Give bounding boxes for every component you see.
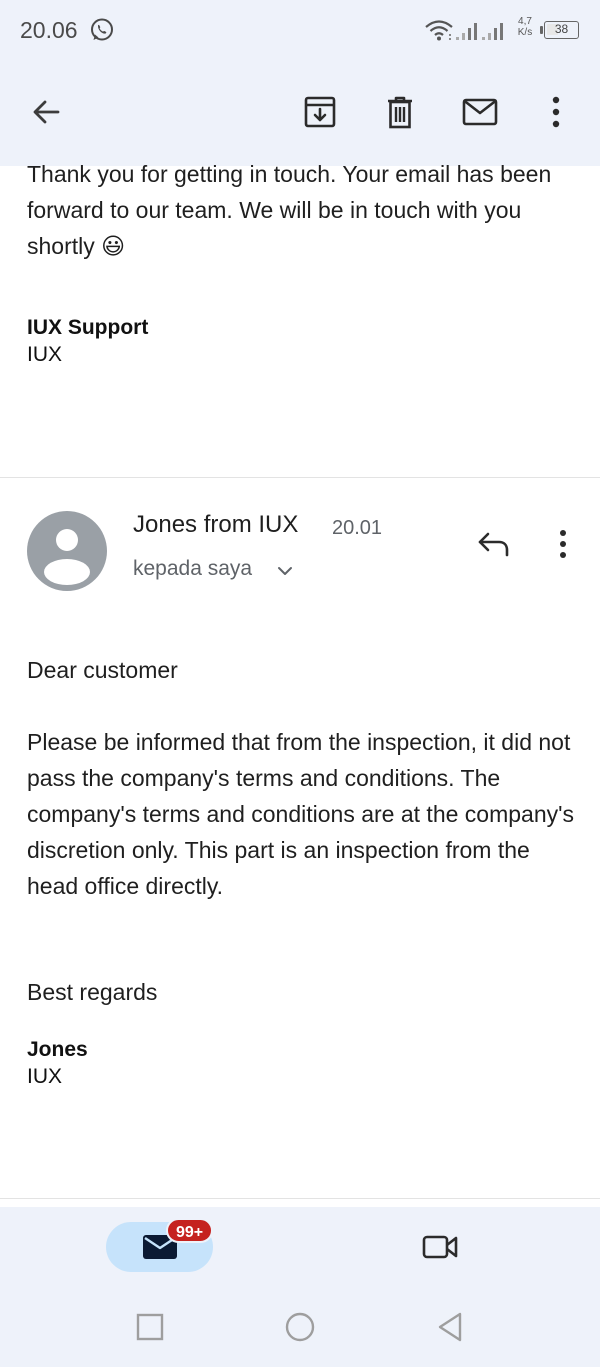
- signature-org: IUX: [27, 1065, 63, 1088]
- status-bar: 20.06 4,7 K/s 38: [0, 0, 600, 62]
- previous-signature-name: IUX Support: [27, 316, 149, 339]
- top-app-bar: 20.06 4,7 K/s 38: [0, 0, 600, 166]
- circle-icon: [285, 1312, 315, 1342]
- chevron-down-icon[interactable]: [276, 562, 294, 580]
- delete-button[interactable]: [376, 88, 424, 136]
- more-vertical-icon: [560, 530, 566, 558]
- reply-button[interactable]: [472, 522, 516, 566]
- more-vertical-icon: [552, 96, 560, 128]
- message-time: 20.01: [332, 517, 383, 539]
- trash-icon: [388, 96, 412, 129]
- unread-count-badge: 99+: [166, 1218, 214, 1243]
- battery-level: 38: [554, 22, 569, 36]
- avatar[interactable]: [27, 511, 107, 591]
- envelope-icon: [462, 98, 498, 126]
- network-speed-unit: K/s: [517, 27, 533, 38]
- recent-apps-button[interactable]: [130, 1307, 170, 1347]
- message-divider: [0, 477, 600, 478]
- video-camera-icon: [422, 1235, 458, 1259]
- message-toolbar: [0, 80, 600, 144]
- whatsapp-icon: [91, 18, 113, 41]
- recipient-details[interactable]: kepada saya: [133, 557, 252, 581]
- sender-name[interactable]: Jones from IUX: [133, 511, 298, 539]
- triangle-back-icon: [438, 1312, 462, 1342]
- archive-icon: [304, 96, 336, 128]
- signature-name: Jones: [27, 1038, 88, 1061]
- previous-signature-org: IUX: [27, 343, 63, 366]
- wifi-icon: [425, 20, 453, 41]
- signal-icon: [456, 23, 503, 40]
- previous-message-body: Thank you for getting in touch. Your ema…: [27, 161, 552, 259]
- message-more-button[interactable]: [543, 522, 583, 566]
- message-greeting: Dear customer: [27, 657, 178, 683]
- network-speed-value: 4,7: [518, 16, 532, 27]
- square-icon: [136, 1313, 164, 1341]
- back-button[interactable]: [22, 88, 70, 136]
- home-button[interactable]: [280, 1307, 320, 1347]
- status-time: 20.06: [20, 17, 78, 43]
- battery-icon: 38: [540, 21, 580, 39]
- arrow-left-icon: [33, 100, 60, 124]
- person-icon: [44, 529, 90, 585]
- more-options-button[interactable]: [532, 88, 580, 136]
- system-back-button[interactable]: [430, 1307, 470, 1347]
- archive-button[interactable]: [296, 88, 344, 136]
- message-body: Please be informed that from the inspect…: [27, 729, 575, 899]
- bottom-navigation: 99+: [0, 1207, 600, 1367]
- network-speed: 4,7 K/s: [514, 16, 536, 38]
- meet-tab[interactable]: [418, 1227, 462, 1267]
- mark-unread-button[interactable]: [456, 88, 504, 136]
- message-closing: Best regards: [27, 979, 158, 1005]
- bottom-divider: [0, 1198, 600, 1199]
- reply-icon: [478, 532, 509, 557]
